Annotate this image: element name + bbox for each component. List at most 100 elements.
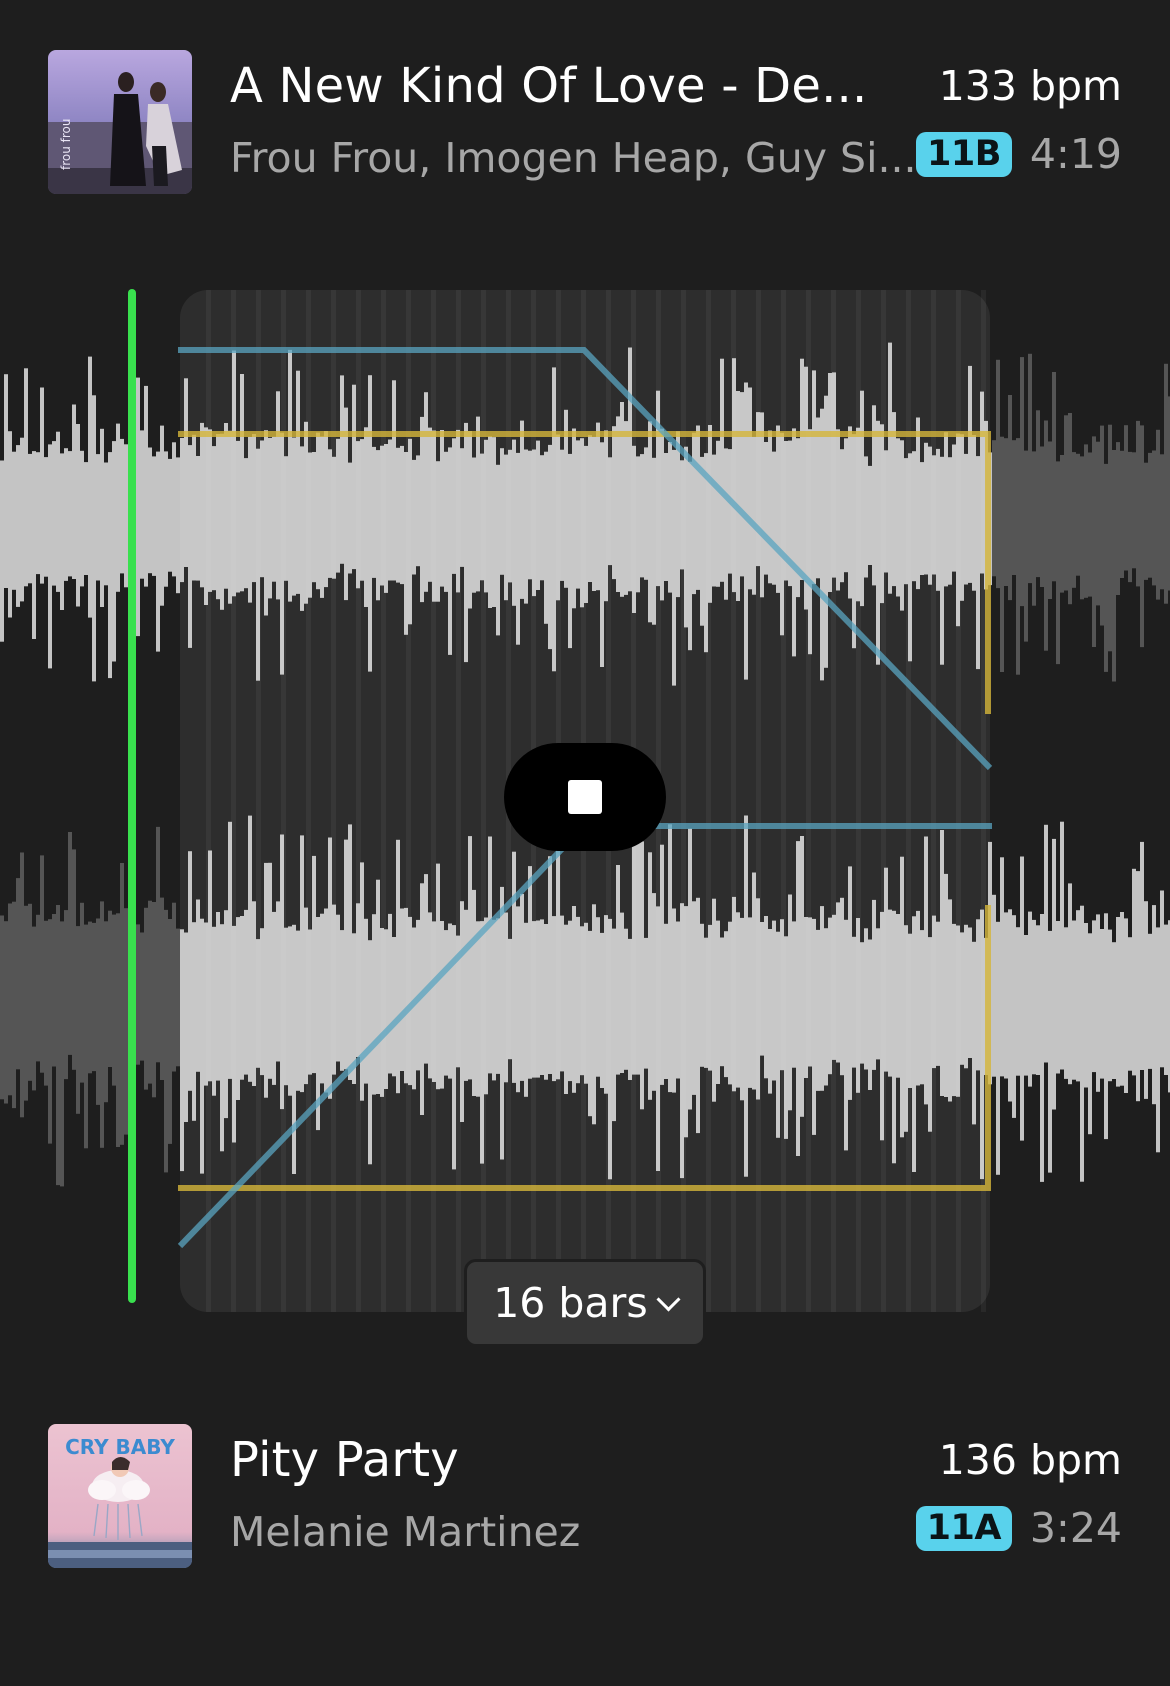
incoming-waveform-bar <box>1060 821 1064 1070</box>
incoming-waveform-bar <box>1148 933 1152 1069</box>
incoming-waveform-bar <box>48 919 52 1144</box>
outgoing-waveform-bar <box>1008 395 1012 601</box>
outgoing-waveform-bar <box>112 441 116 662</box>
outgoing-waveform-bar <box>104 462 108 586</box>
transition-length-dropdown[interactable]: 16 bars <box>464 1259 706 1347</box>
outgoing-waveform-bar <box>992 440 996 577</box>
transition-length-label: 16 bars <box>493 1279 648 1327</box>
incoming-waveform-bar <box>140 932 144 1061</box>
outgoing-waveform-bar <box>1160 454 1164 590</box>
incoming-waveform-bar <box>1132 868 1136 1076</box>
incoming-waveform-bar <box>1056 921 1060 1074</box>
outgoing-waveform-bar <box>4 374 8 588</box>
outgoing-waveform-bar <box>36 452 40 575</box>
outgoing-waveform-bar <box>1092 436 1096 647</box>
outgoing-waveform-bar <box>1056 461 1060 665</box>
beat-grid-line <box>281 290 286 1312</box>
outgoing-waveform-bar <box>1124 425 1128 571</box>
incoming-waveform-bar <box>992 894 996 1077</box>
incoming-album-art: CRY BABY <box>48 1424 192 1568</box>
incoming-waveform-bar <box>16 878 20 1070</box>
stop-button[interactable] <box>504 743 666 851</box>
beat-grid-line <box>931 290 936 1312</box>
outgoing-waveform-bar <box>1108 424 1112 652</box>
outgoing-waveform-bar <box>136 377 140 637</box>
incoming-waveform-bar <box>52 914 56 1067</box>
beat-grid-line <box>706 290 711 1312</box>
incoming-waveform-bar <box>1124 918 1128 1093</box>
playhead[interactable] <box>128 289 136 1303</box>
outgoing-track-row[interactable]: frou frou A New Kind Of Love - De... Fro… <box>48 50 1122 194</box>
incoming-waveform-bar <box>104 921 108 1103</box>
outgoing-waveform-bar <box>76 424 80 607</box>
incoming-waveform-bar <box>1076 910 1080 1082</box>
incoming-waveform-bar <box>1108 929 1112 1082</box>
outgoing-waveform-bar <box>1140 425 1144 648</box>
outgoing-waveform-bar <box>1120 450 1124 578</box>
outgoing-waveform-bar <box>1156 429 1160 600</box>
incoming-waveform-bar <box>1120 912 1124 1086</box>
outgoing-waveform-bar <box>1084 444 1088 598</box>
outgoing-waveform-bar <box>1164 363 1168 604</box>
outgoing-waveform-bar <box>1072 452 1076 588</box>
incoming-track-row[interactable]: CRY BABY Pity Party Melanie Martinez 136… <box>48 1424 1122 1568</box>
outgoing-waveform-bar <box>1096 441 1100 606</box>
incoming-waveform-bar <box>1004 912 1008 1079</box>
outgoing-waveform-bar <box>1004 438 1008 586</box>
outgoing-waveform-bar <box>120 438 124 574</box>
stop-icon <box>568 780 602 814</box>
incoming-waveform-bar <box>1016 927 1020 1076</box>
incoming-waveform-bar <box>1104 913 1108 1140</box>
outgoing-waveform-bar <box>56 431 60 592</box>
outgoing-waveform-bar <box>52 441 56 586</box>
outgoing-waveform-bar <box>1040 446 1044 587</box>
beat-grid-line <box>906 290 911 1312</box>
outgoing-waveform-bar <box>116 423 120 592</box>
incoming-waveform-bar <box>1136 871 1140 1102</box>
incoming-waveform-bar <box>1044 824 1048 1063</box>
beat-grid-line <box>456 290 461 1312</box>
incoming-waveform-bar <box>152 902 156 1098</box>
incoming-waveform-bar <box>1092 920 1096 1073</box>
outgoing-waveform-bar <box>1136 420 1140 587</box>
outgoing-track-bpm: 133 bpm <box>938 62 1122 110</box>
outgoing-waveform-bar <box>140 430 144 579</box>
outgoing-waveform-bar <box>144 385 148 587</box>
incoming-track-bpm: 136 bpm <box>938 1436 1122 1484</box>
incoming-waveform-bar <box>64 910 68 1080</box>
incoming-waveform-bar <box>144 907 148 1090</box>
beat-grid-line <box>756 290 761 1312</box>
incoming-waveform-bar <box>1160 890 1164 1068</box>
incoming-waveform-bar <box>92 922 96 1072</box>
incoming-waveform-bar <box>1072 920 1076 1080</box>
outgoing-waveform-bar <box>1076 453 1080 576</box>
incoming-waveform-bar <box>24 905 28 1101</box>
incoming-waveform-bar <box>1020 856 1024 1141</box>
incoming-waveform-bar <box>1116 917 1120 1087</box>
outgoing-waveform-bar <box>88 356 92 618</box>
outgoing-waveform-bar <box>8 431 12 618</box>
incoming-track-meta: 11A 3:24 <box>915 1504 1122 1552</box>
outgoing-waveform-bar <box>68 451 72 577</box>
outgoing-waveform-bar <box>16 445 20 607</box>
outgoing-track-meta: 11B 4:19 <box>916 130 1122 178</box>
incoming-waveform-bar <box>12 901 16 1109</box>
incoming-waveform-bar <box>1036 925 1040 1075</box>
incoming-waveform-bar <box>1096 914 1100 1092</box>
incoming-waveform-bar <box>100 901 104 1148</box>
outgoing-waveform-bar <box>84 462 88 575</box>
incoming-waveform-bar <box>1048 930 1052 1173</box>
outgoing-waveform-bar <box>12 451 16 590</box>
outgoing-track-artist: Frou Frou, Imogen Heap, Guy Si... <box>230 134 917 182</box>
outgoing-waveform-bar <box>108 452 112 679</box>
beat-grid-line <box>481 290 486 1312</box>
outgoing-waveform-bar <box>72 404 76 579</box>
incoming-waveform-bar <box>56 905 60 1186</box>
outgoing-waveform-bar <box>1020 357 1024 607</box>
outgoing-waveform-bar <box>1144 462 1148 580</box>
incoming-waveform-bar <box>1152 905 1156 1105</box>
beat-grid-line <box>856 290 861 1312</box>
transition-editor[interactable]: 16 bars <box>0 280 1170 1350</box>
incoming-waveform-bar <box>1040 914 1044 1182</box>
incoming-waveform-bar <box>1144 901 1148 1099</box>
